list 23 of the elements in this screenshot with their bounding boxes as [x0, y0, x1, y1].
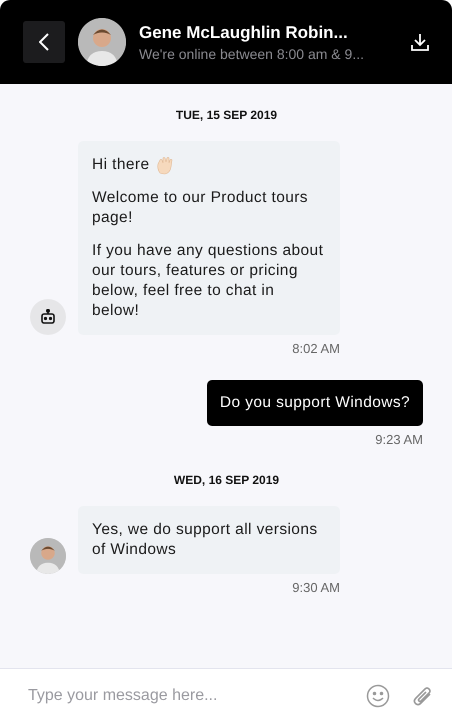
availability-text: We're online between 8:00 am & 9...: [139, 46, 365, 62]
message-text: Yes, we do support all versions of Windows: [92, 520, 319, 560]
robot-icon: [40, 309, 56, 325]
message-text: If you have any questions about our tours, features or pricing below, feel free to chat in below!: [92, 241, 324, 321]
emoji-button[interactable]: [366, 684, 390, 708]
download-button[interactable]: [411, 33, 429, 51]
date-label: WED, 16 SEP 2019: [174, 473, 280, 487]
date-label: TUE, 15 SEP 2019: [176, 108, 278, 122]
agent-avatar: [30, 538, 66, 574]
message-text: Hi there: [92, 155, 150, 175]
message-time: 9:23 AM: [374, 432, 423, 447]
avatar: [78, 18, 126, 66]
back-icon: [39, 33, 49, 51]
message-input[interactable]: Type your message here...: [26, 686, 344, 706]
message-text: Welcome to our Product tours page!: [92, 188, 309, 228]
download-icon: [411, 33, 429, 51]
message-time: 8:02 AM: [291, 341, 340, 356]
back-button[interactable]: [23, 21, 65, 63]
message-time: 9:30 AM: [291, 580, 340, 595]
message-composer[interactable]: Type your message here...: [0, 668, 452, 722]
message-text: Do you support Windows?: [220, 393, 410, 413]
smiley-icon: [366, 684, 390, 708]
contact-name: Gene McLaughlin Robin...: [139, 22, 349, 42]
